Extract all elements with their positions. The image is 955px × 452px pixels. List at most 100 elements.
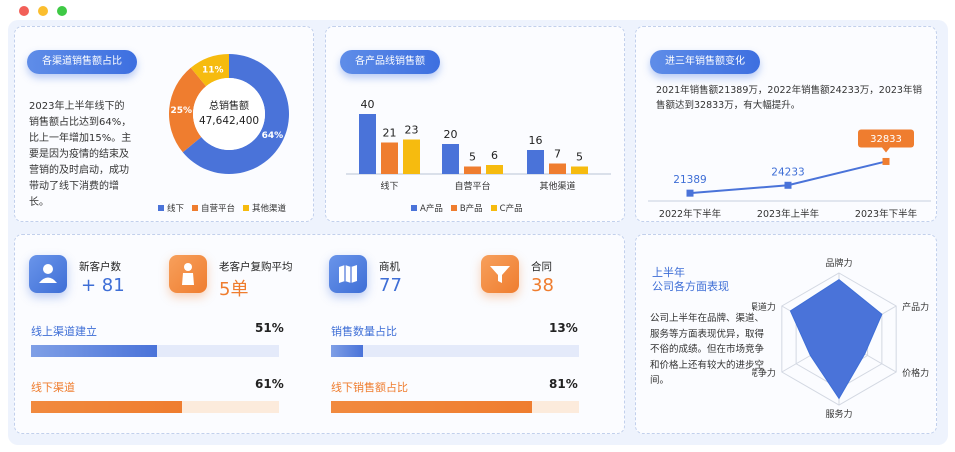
legend-swatch <box>490 205 497 211</box>
donut-slice-label: 64% <box>262 131 284 141</box>
x-tick-label: 2023年上半年 <box>757 208 820 219</box>
x-tick-label: 其他渠道 <box>539 180 575 192</box>
bar-2-1 <box>442 144 459 174</box>
legend-item-offline: 线下 <box>158 202 184 214</box>
channel-legend: 线下 自营平台 其他渠道 <box>158 202 286 214</box>
app-window: 各渠道销售额占比 2023年上半年线下的销售额占比达到64%，比上一年增加15%… <box>0 0 955 452</box>
bar-1-3 <box>403 139 420 174</box>
bar-value-label: 20 <box>444 128 458 141</box>
product-bar-chart: 40 21 23 线下 20 5 6 自营平台 16 7 5 其他渠道 <box>346 98 611 192</box>
person-icon <box>169 255 207 293</box>
bar-2-2 <box>464 166 481 174</box>
product-sales-title: 各产品线销售额 <box>340 50 440 74</box>
window-controls <box>19 6 67 16</box>
map-icon <box>329 255 367 293</box>
progress-track-sales-quantity <box>331 345 579 357</box>
legend-item-product-c: C产品 <box>490 202 523 214</box>
channel-share-panel: 各渠道销售额占比 2023年上半年线下的销售额占比达到64%，比上一年增加15%… <box>14 26 314 222</box>
bar-value-label: 40 <box>361 98 375 111</box>
radar-axis-label: 服务力 <box>825 408 852 420</box>
sales-trend-line-chart: 21389 2022年下半年 24233 2023年上半年 32833 2023年下半年 <box>648 129 931 219</box>
progress-fill-online-channel <box>31 345 158 357</box>
trend-point <box>882 157 890 165</box>
bar-value-label: 5 <box>576 151 583 164</box>
donut-center-label: 总销售额 <box>209 99 249 112</box>
x-tick-label: 自营平台 <box>454 180 490 192</box>
stat-label: 老客户复购平均 <box>219 261 293 273</box>
progress-label-offline-sales: 线下销售额占比 <box>331 381 408 394</box>
bar-value-label: 23 <box>405 124 419 137</box>
bar-value-label: 7 <box>554 148 561 161</box>
sales-trend-title: 进三年销售额变化 <box>650 50 760 74</box>
stat-value: 38 <box>531 275 554 296</box>
radar-axis-label: 竞争力 <box>752 367 776 379</box>
performance-title: 上半年 公司各方面表现 <box>652 266 729 293</box>
legend-swatch <box>243 205 250 211</box>
progress-track-online-channel <box>31 345 279 357</box>
stat-value: 5单 <box>219 279 249 300</box>
radar-axis-label: 品牌力 <box>825 257 852 269</box>
legend-swatch <box>192 205 199 211</box>
legend-swatch <box>411 205 417 211</box>
progress-pct-offline-channel: 61% <box>255 377 284 391</box>
bar-value-label: 21 <box>383 127 397 140</box>
bar-2-3 <box>486 165 503 174</box>
performance-description: 公司上半年在品牌、渠道、服务等方面表现优异，取得不俗的成绩。但在市场竞争和价格上… <box>650 313 765 386</box>
bar-3-2 <box>549 163 566 174</box>
sales-trend-description: 2021年销售额21389万，2022年销售额24233万，2023年销售额达到… <box>656 85 922 111</box>
performance-radar-chart: 品牌力产品力价格力服务力 竞争力 渠道力 <box>752 257 929 420</box>
progress-label-online-channel: 线上渠道建立 <box>31 325 97 338</box>
channel-share-description: 2023年上半年线下的销售额占比达到64%，比上一年增加15%。主要是因为疫情的… <box>29 101 132 208</box>
trend-value-label: 21389 <box>673 174 706 186</box>
progress-track-offline-channel <box>31 401 279 413</box>
minimize-window-button[interactable] <box>38 6 48 16</box>
stat-value: + 81 <box>81 275 125 296</box>
trend-value-label: 24233 <box>771 166 804 178</box>
bar-1-2 <box>381 142 398 174</box>
legend-item-product-b: B产品 <box>450 202 483 214</box>
progress-label-sales-quantity: 销售数量占比 <box>331 325 397 338</box>
channel-donut-chart: 总销售额 47,642,400 64% 25% 11% <box>169 54 289 174</box>
progress-pct-sales-quantity: 13% <box>549 321 578 335</box>
stat-label: 新客户数 <box>79 261 121 273</box>
bar-1-1 <box>359 114 376 174</box>
stat-label: 合同 <box>531 261 552 273</box>
product-sales-panel: 各产品线销售额 40 21 23 线下 20 5 6 自营平台 16 7 5 其他渠道 A产品 B产品… <box>325 26 625 222</box>
radar-axis-label: 价格力 <box>902 367 929 379</box>
performance-panel: 上半年 公司各方面表现 公司上半年在品牌、渠道、服务等方面表现优异，取得不俗的成… <box>635 234 937 434</box>
stat-value: 77 <box>379 275 402 296</box>
trend-value-label: 32833 <box>870 134 902 145</box>
badge-pointer <box>882 147 890 153</box>
x-tick-label: 2022年下半年 <box>659 208 722 219</box>
radar-value-area <box>789 278 883 400</box>
close-window-button[interactable] <box>19 6 29 16</box>
bar-3-3 <box>571 166 588 174</box>
donut-slice-label: 25% <box>170 106 192 116</box>
legend-item-own-platform: 自营平台 <box>192 202 235 214</box>
x-tick-label: 线下 <box>380 180 398 192</box>
progress-fill-offline-channel <box>31 401 183 413</box>
dashboard: 各渠道销售额占比 2023年上半年线下的销售额占比达到64%，比上一年增加15%… <box>8 20 948 445</box>
legend-swatch <box>450 205 457 211</box>
radar-axis-label: 产品力 <box>902 301 929 313</box>
progress-fill-sales-quantity <box>331 345 364 357</box>
progress-label-offline-channel: 线下渠道 <box>31 381 75 394</box>
donut-center-value: 47,642,400 <box>199 115 259 127</box>
maximize-window-button[interactable] <box>57 6 67 16</box>
filter-icon <box>481 255 519 293</box>
x-tick-label: 2023年下半年 <box>855 208 918 219</box>
bar-value-label: 6 <box>491 149 498 162</box>
legend-item-product-a: A产品 <box>411 202 443 214</box>
product-legend: A产品 B产品 C产品 <box>411 202 523 214</box>
trend-point <box>784 181 792 189</box>
channel-share-title: 各渠道销售额占比 <box>27 50 137 74</box>
donut-slice-label: 11% <box>202 65 224 75</box>
radar-axis-label: 渠道力 <box>752 301 776 313</box>
legend-swatch <box>158 205 164 211</box>
progress-pct-offline-sales: 81% <box>549 377 578 391</box>
user-icon <box>29 255 67 293</box>
bar-3-1 <box>527 150 544 174</box>
progress-track-offline-sales <box>331 401 579 413</box>
bar-value-label: 16 <box>529 134 543 147</box>
bar-value-label: 5 <box>469 151 476 164</box>
